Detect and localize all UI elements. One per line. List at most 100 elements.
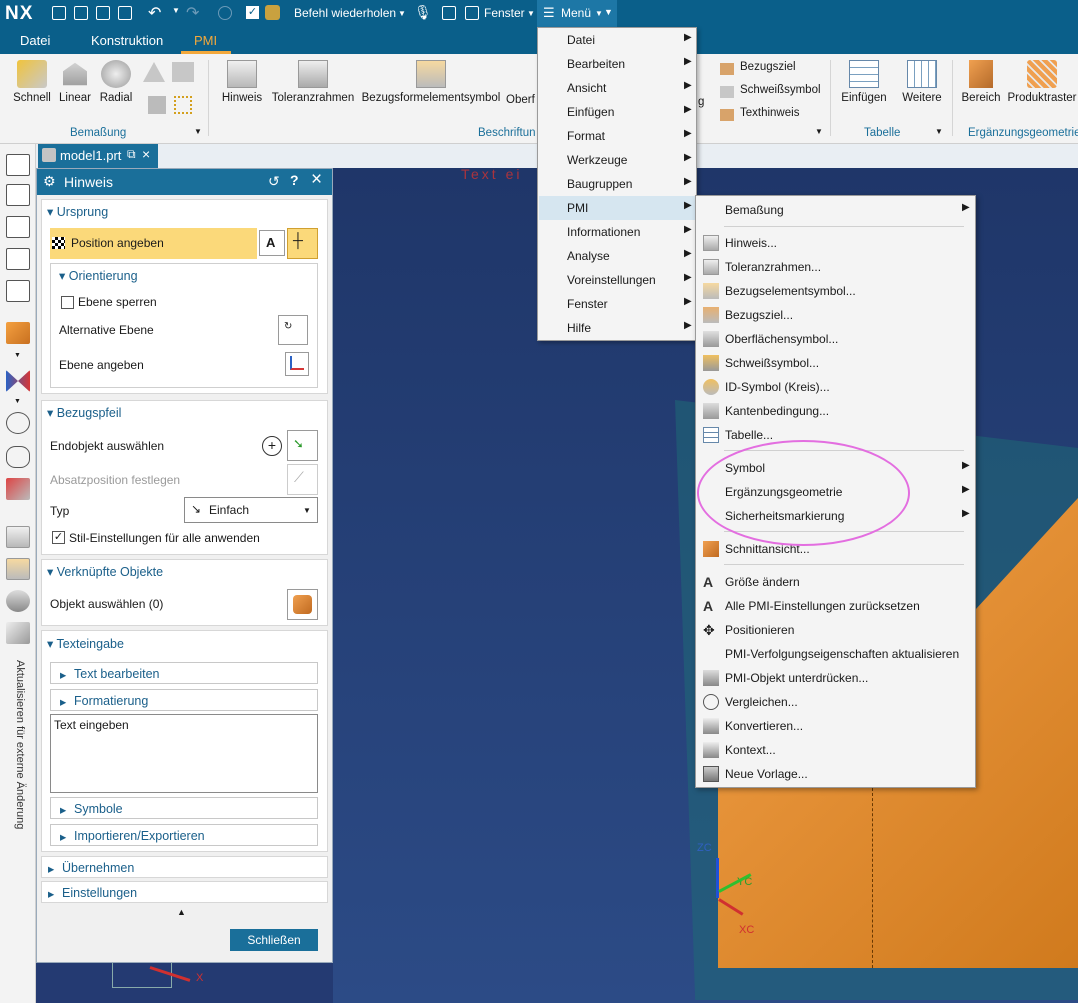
radial-button[interactable]: Radial bbox=[98, 60, 134, 104]
menu-item-schweisssymbol[interactable]: Schweißsymbol... bbox=[697, 351, 975, 375]
menu-item-pmi-unterdruecken[interactable]: PMI-Objekt unterdrücken... bbox=[697, 666, 975, 690]
menu-item-pmi-verfolgung[interactable]: PMI-Verfolgungseigenschaften aktualisier… bbox=[697, 642, 975, 666]
schnell-button[interactable]: Schnell bbox=[10, 60, 54, 104]
linear-button[interactable]: Linear bbox=[56, 60, 94, 104]
tabelle-einfuegen-button[interactable]: Einfügen bbox=[838, 60, 890, 104]
import-export-expander[interactable]: ▸ Importieren/Exportieren bbox=[50, 824, 318, 846]
toleranzrahmen-button[interactable]: Toleranzrahmen bbox=[268, 60, 358, 104]
bezugsformelementsymbol-button[interactable]: Bezugsformelementsymbol bbox=[360, 60, 502, 104]
section-ursprung-header[interactable]: ▾ Ursprung bbox=[47, 204, 108, 219]
hinweis-button[interactable]: Hinweis bbox=[218, 60, 266, 104]
save-icon[interactable] bbox=[96, 6, 110, 20]
close-icon[interactable]: × bbox=[311, 169, 322, 191]
undo-icon[interactable]: ↶ bbox=[148, 3, 161, 23]
chamfer-icon[interactable] bbox=[172, 62, 194, 82]
constraint-icon[interactable] bbox=[6, 370, 30, 392]
add-point-icon[interactable]: + bbox=[262, 436, 282, 456]
help-icon[interactable]: ? bbox=[290, 172, 299, 188]
undock-icon[interactable]: ⧉ bbox=[127, 147, 136, 162]
new-file-icon[interactable] bbox=[52, 6, 66, 20]
text-style-button[interactable]: A bbox=[259, 230, 285, 256]
repeat-command-button[interactable]: Befehl wiederholen bbox=[294, 6, 396, 20]
menu-item-format[interactable]: Format ▶ bbox=[539, 124, 696, 148]
new-icon[interactable] bbox=[6, 154, 30, 176]
section-uebernehmen[interactable]: ▸ Übernehmen bbox=[41, 856, 328, 878]
window-icon[interactable] bbox=[442, 6, 456, 20]
menu-item-groesse-aendern[interactable]: A Größe ändern bbox=[697, 570, 975, 594]
snap-icon[interactable] bbox=[218, 6, 232, 20]
tab-datei[interactable]: Datei bbox=[20, 33, 50, 48]
group-expand-icon[interactable]: ▼ bbox=[815, 127, 823, 136]
section-texteingabe-header[interactable]: ▾ Texteingabe bbox=[47, 636, 124, 651]
document-tab[interactable]: model1.prt ⧉ × bbox=[38, 144, 158, 168]
group-expand-icon[interactable]: ▼ bbox=[935, 127, 943, 136]
menu-item-bezugsziel[interactable]: Bezugsziel... bbox=[697, 303, 975, 327]
text-input-area[interactable]: Text eingeben bbox=[50, 714, 318, 793]
thickness-icon[interactable] bbox=[148, 96, 166, 114]
angular-icon[interactable] bbox=[143, 62, 165, 82]
menu-item-id-symbol[interactable]: ID-Symbol (Kreis)... bbox=[697, 375, 975, 399]
section-einstellungen[interactable]: ▸ Einstellungen bbox=[41, 881, 328, 903]
menu-item-fenster[interactable]: Fenster ▶ bbox=[539, 292, 696, 316]
checkbox-icon[interactable]: ✓ bbox=[246, 6, 259, 19]
menu-item-bemassung[interactable]: Bemaßung ▶ bbox=[697, 198, 975, 222]
save-as-icon[interactable] bbox=[6, 248, 30, 270]
open-file-icon[interactable] bbox=[74, 6, 88, 20]
schliessen-button[interactable]: Schließen bbox=[230, 929, 318, 951]
objekt-auswaehlen-button[interactable] bbox=[287, 589, 318, 620]
menu-item-voreinstellungen[interactable]: Voreinstellungen ▶ bbox=[539, 268, 696, 292]
chevron-down-icon[interactable]: ▼ bbox=[398, 9, 406, 18]
menu-item-kontext[interactable]: Kontext... bbox=[697, 738, 975, 762]
texthinweis-button[interactable]: Texthinweis bbox=[720, 107, 799, 121]
undo-dropdown-icon[interactable]: ▼ bbox=[172, 6, 180, 15]
produktraster-button[interactable]: Produktraster bbox=[1006, 60, 1078, 104]
add-component-icon[interactable] bbox=[6, 478, 30, 500]
group-expand-icon[interactable]: ▼ bbox=[194, 127, 202, 136]
menu-item-ansicht[interactable]: Ansicht ▶ bbox=[539, 76, 696, 100]
orientierung-header[interactable]: ▾ Orientierung bbox=[59, 268, 138, 283]
menu-item-neue-vorlage[interactable]: Neue Vorlage... bbox=[697, 762, 975, 786]
chevron-down-icon[interactable]: ▼ bbox=[14, 398, 21, 405]
menu-item-baugruppen[interactable]: Baugruppen ▶ bbox=[539, 172, 696, 196]
ebene-sperren-checkbox[interactable] bbox=[61, 296, 74, 309]
update-external-change-label[interactable]: Aktualisieren für externe Änderung bbox=[10, 660, 26, 836]
assembly-icon[interactable] bbox=[6, 322, 30, 344]
visibility-icon[interactable] bbox=[6, 412, 30, 434]
typ-select[interactable]: ↘ Einfach ▼ bbox=[184, 497, 318, 523]
symbole-expander[interactable]: ▸ Symbole bbox=[50, 797, 318, 819]
microphone-icon[interactable]: 🎙 bbox=[414, 4, 432, 21]
close-tab-icon[interactable]: × bbox=[142, 146, 150, 162]
stil-einstellungen-checkbox[interactable]: ✓ bbox=[52, 531, 65, 544]
menu-item-bezugselementsymbol[interactable]: Bezugselementsymbol... bbox=[697, 279, 975, 303]
chevron-down-icon[interactable]: ▼ bbox=[14, 352, 21, 359]
menu-item-werkzeuge[interactable]: Werkzeuge ▶ bbox=[539, 148, 696, 172]
menu-item-einfuegen[interactable]: Einfügen ▶ bbox=[539, 100, 696, 124]
window-frame-icon[interactable] bbox=[465, 6, 479, 20]
menu-item-positionieren[interactable]: ✥ Positionieren bbox=[697, 618, 975, 642]
ebene-angeben-button[interactable] bbox=[285, 352, 309, 376]
menu-item-konvertieren[interactable]: Konvertieren... bbox=[697, 714, 975, 738]
menu-item-vergleichen[interactable]: Vergleichen... bbox=[697, 690, 975, 714]
menu-item-hinweis[interactable]: Hinweis... bbox=[697, 231, 975, 255]
section-verknuepfte-header[interactable]: ▾ Verknüpfte Objekte bbox=[47, 564, 163, 579]
section-bezugspfeil-header[interactable]: ▾ Bezugspfeil bbox=[47, 405, 121, 420]
ordinate-icon[interactable] bbox=[174, 96, 192, 114]
save-all-icon[interactable] bbox=[118, 6, 132, 20]
tab-konstruktion[interactable]: Konstruktion bbox=[91, 33, 163, 48]
pmi-position-icon[interactable] bbox=[6, 590, 30, 612]
pmi-surface-icon[interactable] bbox=[6, 558, 30, 580]
bezugsziel-button[interactable]: Bezugsziel bbox=[720, 61, 796, 75]
pmi-note-icon[interactable] bbox=[6, 526, 30, 548]
bereich-button[interactable]: Bereich bbox=[958, 60, 1004, 104]
formatierung-expander[interactable]: ▸ Formatierung bbox=[50, 689, 318, 711]
palette-icon[interactable] bbox=[265, 5, 280, 20]
customize-icon[interactable]: ▼ bbox=[604, 7, 613, 17]
menu-item-bearbeiten[interactable]: Bearbeiten ▶ bbox=[539, 52, 696, 76]
menu-item-toleranzrahmen[interactable]: Toleranzrahmen... bbox=[697, 255, 975, 279]
print-icon[interactable] bbox=[6, 280, 30, 302]
reset-icon[interactable]: ↺ bbox=[268, 173, 280, 190]
alternative-ebene-button[interactable]: ↻ bbox=[278, 315, 308, 345]
save-icon[interactable] bbox=[6, 216, 30, 238]
collapse-panel-icon[interactable]: ▲ bbox=[177, 907, 186, 917]
chevron-down-icon[interactable]: ▼ bbox=[527, 9, 535, 18]
